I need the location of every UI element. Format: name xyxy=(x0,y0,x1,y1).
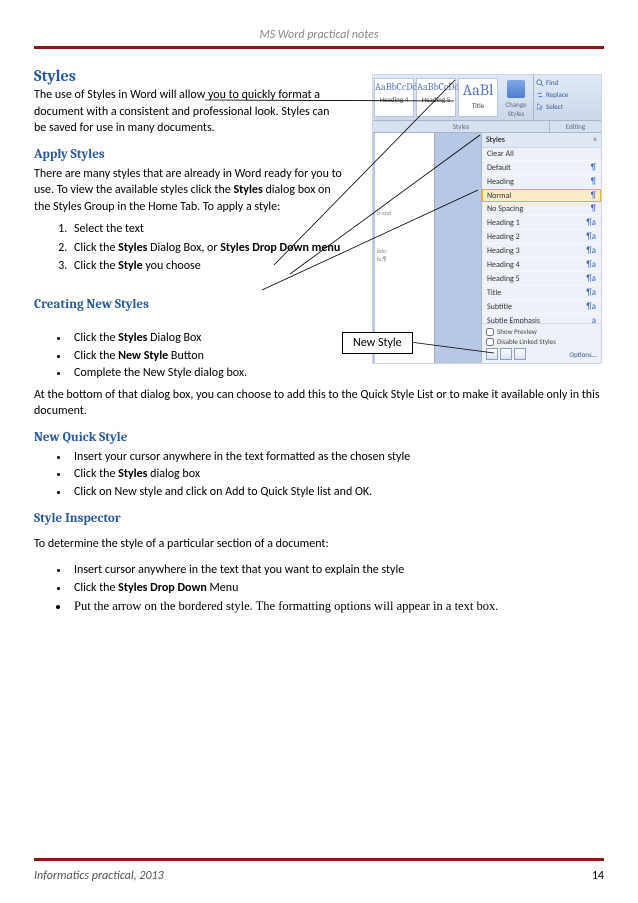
select-button[interactable]: Select xyxy=(536,102,583,111)
apply-steps-list: Select the text Click the Styles Dialog … xyxy=(70,221,350,275)
list-item: Click the Styles Drop Down Menu xyxy=(70,580,604,597)
list-item: Click the Style you choose xyxy=(70,258,350,275)
style-list-item[interactable]: Default¶ xyxy=(482,161,601,175)
new-style-button[interactable] xyxy=(486,348,498,360)
heading-style-inspector: Style Inspector xyxy=(34,511,604,526)
style-swatch-heading5[interactable]: AaBbCcDdEHeading 5 xyxy=(416,78,456,117)
pane-title: Styles xyxy=(486,135,505,145)
style-list-item[interactable]: Clear All xyxy=(482,148,601,161)
document-area: it·and· ible· le:¶ Styles × Clear AllDef… xyxy=(373,133,601,363)
list-item: Click the Styles Dialog Box, or Styles D… xyxy=(70,240,350,257)
styles-intro: The use of Styles in Word will allow you… xyxy=(34,87,344,137)
style-list-item[interactable]: Heading 2¶a xyxy=(482,230,601,244)
style-swatch-title[interactable]: AaBlTitle xyxy=(458,78,498,117)
pane-footer: Show Preview Disable Linked Styles Optio… xyxy=(482,323,601,363)
replace-button[interactable]: Replace xyxy=(536,90,583,99)
document-page: it·and· ible· le:¶ xyxy=(375,133,435,363)
disable-linked-checkbox[interactable]: Disable Linked Styles xyxy=(486,337,597,346)
style-list-item[interactable]: Subtitle¶a xyxy=(482,300,601,314)
ribbon-styles-group: AaBbCcDdHeading 4 AaBbCcDdEHeading 5 AaB… xyxy=(373,75,601,121)
style-list-item[interactable]: Heading 4¶a xyxy=(482,258,601,272)
list-item: Complete the New Style dialog box. xyxy=(70,365,604,382)
new-style-callout-label: New Style xyxy=(342,332,413,354)
style-list-item[interactable]: No Spacing¶ xyxy=(482,202,601,216)
style-list-item[interactable]: Subtle Emphasisa xyxy=(482,314,601,323)
header-rule xyxy=(34,46,604,49)
list-item: Click the Styles dialog box xyxy=(70,466,604,483)
list-item: Click on New style and click on Add to Q… xyxy=(70,484,604,501)
style-list-item[interactable]: Title¶a xyxy=(482,286,601,300)
list-item: Put the arrow on the bordered style. The… xyxy=(70,597,604,615)
find-button[interactable]: Find xyxy=(536,78,583,87)
ribbon-editing-group: Find Replace Select xyxy=(533,75,585,120)
heading-new-quick-style: New Quick Style xyxy=(34,430,604,445)
replace-icon xyxy=(536,91,544,99)
style-list-item[interactable]: Heading 1¶a xyxy=(482,216,601,230)
list-item: Select the text xyxy=(70,221,350,238)
cursor-icon xyxy=(536,103,544,111)
pane-header: Styles × xyxy=(482,133,601,148)
list-item: Insert your cursor anywhere in the text … xyxy=(70,449,604,466)
apply-intro: There are many styles that are already i… xyxy=(34,166,344,216)
word-styles-screenshot: AaBbCcDdHeading 4 AaBbCcDdEHeading 5 AaB… xyxy=(372,74,602,364)
styles-task-pane: Styles × Clear AllDefault¶Heading¶Normal… xyxy=(481,133,601,363)
page-number: 14 xyxy=(592,869,604,883)
style-list-item[interactable]: Heading 3¶a xyxy=(482,244,601,258)
page-footer: Informatics practical, 2013 14 xyxy=(34,869,604,883)
style-swatch-heading4[interactable]: AaBbCcDdHeading 4 xyxy=(374,78,414,117)
close-icon[interactable]: × xyxy=(593,135,597,145)
ribbon-group-labels: Styles Editing xyxy=(373,121,601,133)
style-list[interactable]: Clear AllDefault¶Heading¶Normal¶No Spaci… xyxy=(482,148,601,323)
show-preview-checkbox[interactable]: Show Preview xyxy=(486,327,597,336)
inspector-intro: To determine the style of a particular s… xyxy=(34,536,604,553)
manage-styles-button[interactable] xyxy=(514,348,526,360)
inspector-bullets: Insert cursor anywhere in the text that … xyxy=(70,562,604,615)
footer-text: Informatics practical, 2013 xyxy=(34,869,164,883)
change-styles-icon xyxy=(507,80,525,98)
style-list-item[interactable]: Normal¶ xyxy=(482,189,601,202)
style-list-item[interactable]: Heading 5¶a xyxy=(482,272,601,286)
change-styles-button[interactable]: Change Styles xyxy=(500,78,532,117)
footer-rule xyxy=(34,858,604,861)
quick-bullets: Insert your cursor anywhere in the text … xyxy=(70,449,604,501)
options-link[interactable]: Options... xyxy=(569,350,597,359)
list-item: Insert cursor anywhere in the text that … xyxy=(70,562,604,579)
page-header: MS Word practical notes xyxy=(34,28,604,46)
create-tail: At the bottom of that dialog box, you ca… xyxy=(34,387,604,420)
find-icon xyxy=(536,79,544,87)
style-list-item[interactable]: Heading¶ xyxy=(482,175,601,189)
style-inspector-button[interactable] xyxy=(500,348,512,360)
